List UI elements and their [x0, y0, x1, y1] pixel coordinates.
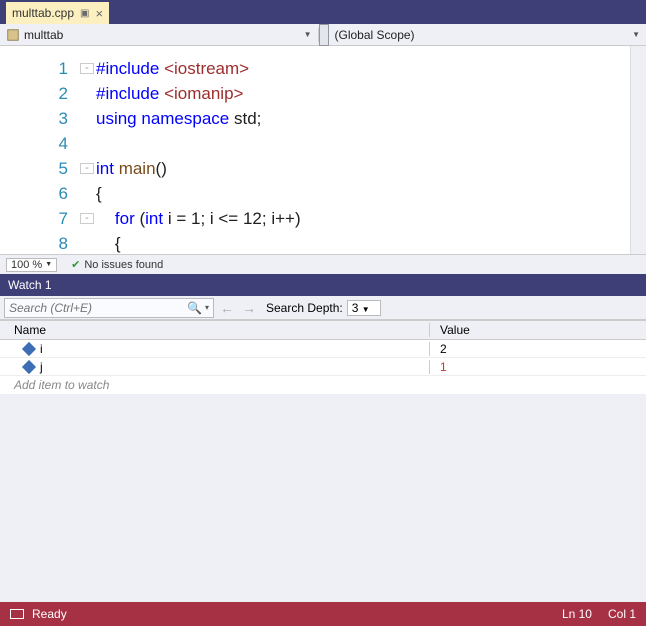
code-line[interactable]: {: [80, 181, 630, 206]
navigation-bar: multtab ▼ (Global Scope) ▼: [0, 24, 646, 46]
code-line[interactable]: [80, 131, 630, 156]
code-line[interactable]: -#include <iostream>: [80, 56, 630, 81]
zoom-text: 100 %: [11, 259, 42, 271]
table-row[interactable]: j1: [0, 358, 646, 376]
nav-left-text: multtab: [24, 28, 304, 42]
tab-filename: multtab.cpp: [12, 6, 74, 20]
watch-panel-header[interactable]: Watch 1: [0, 274, 646, 296]
editor-footer: 100 % ▼ ✔ No issues found: [0, 254, 646, 274]
chevron-down-icon: ▼: [304, 30, 312, 39]
search-input[interactable]: [9, 301, 187, 315]
code-line[interactable]: - for (int i = 1; i <= 12; i++): [80, 206, 630, 231]
status-line: Ln 10: [562, 607, 592, 621]
depth-label: Search Depth:: [266, 301, 343, 315]
search-icon[interactable]: 🔍: [187, 301, 202, 315]
chevron-down-icon: ▼: [45, 261, 52, 268]
depth-select[interactable]: 3 ▼: [347, 300, 381, 316]
status-state: Ready: [32, 607, 67, 621]
outline-toggle-icon[interactable]: -: [80, 63, 94, 74]
outline-toggle-icon[interactable]: -: [80, 163, 94, 174]
code-line[interactable]: -int main(): [80, 156, 630, 181]
issues-text: No issues found: [84, 259, 163, 271]
nav-back-icon[interactable]: ←: [218, 300, 236, 316]
var-name: i: [40, 342, 43, 356]
splitter[interactable]: [319, 24, 329, 46]
chevron-down-icon: ▼: [632, 30, 640, 39]
nav-right-text: (Global Scope): [335, 28, 633, 42]
watch-title: Watch 1: [8, 278, 52, 292]
close-icon[interactable]: ×: [96, 6, 104, 21]
var-name: j: [40, 360, 43, 374]
panel-empty-area: [0, 394, 646, 602]
code-line[interactable]: {: [80, 231, 630, 254]
status-col: Col 1: [608, 607, 636, 621]
nav-left-dropdown[interactable]: multtab ▼: [0, 28, 319, 42]
header-name[interactable]: Name: [0, 323, 430, 337]
variable-icon: [22, 359, 36, 373]
nav-right-dropdown[interactable]: (Global Scope) ▼: [329, 28, 646, 42]
status-bar: Ready Ln 10 Col 1: [0, 602, 646, 626]
file-type-icon: [6, 28, 20, 42]
table-row[interactable]: i2: [0, 340, 646, 358]
vertical-scrollbar[interactable]: [630, 46, 646, 254]
code-area[interactable]: -#include <iostream>#include <iomanip>us…: [80, 46, 630, 254]
glyph-margin[interactable]: ➔: [0, 46, 30, 254]
pin-icon[interactable]: ▣: [80, 8, 89, 19]
status-icon: [10, 609, 24, 619]
table-header: Name Value: [0, 320, 646, 340]
code-line[interactable]: #include <iomanip>: [80, 81, 630, 106]
watch-table: Name Value i2j1 Add item to watch: [0, 320, 646, 394]
line-numbers: 12345678910111213: [30, 46, 80, 254]
file-tab[interactable]: multtab.cpp ▣ ×: [6, 2, 109, 24]
code-line[interactable]: using namespace std;: [80, 106, 630, 131]
var-value: 2: [430, 342, 646, 356]
watch-toolbar: 🔍 ▾ ← → Search Depth: 3 ▼: [0, 296, 646, 320]
watch-search-box[interactable]: 🔍 ▾: [4, 298, 214, 318]
tab-bar: multtab.cpp ▣ ×: [0, 0, 646, 24]
add-watch-item[interactable]: Add item to watch: [0, 376, 646, 394]
code-editor[interactable]: ➔ 12345678910111213 -#include <iostream>…: [0, 46, 646, 254]
outline-toggle-icon[interactable]: -: [80, 213, 94, 224]
zoom-level[interactable]: 100 % ▼: [6, 258, 57, 272]
nav-forward-icon[interactable]: →: [240, 300, 258, 316]
chevron-down-icon[interactable]: ▾: [205, 303, 209, 312]
check-icon: ✔: [71, 258, 80, 271]
var-value: 1: [430, 360, 646, 374]
header-value[interactable]: Value: [430, 323, 646, 337]
variable-icon: [22, 341, 36, 355]
